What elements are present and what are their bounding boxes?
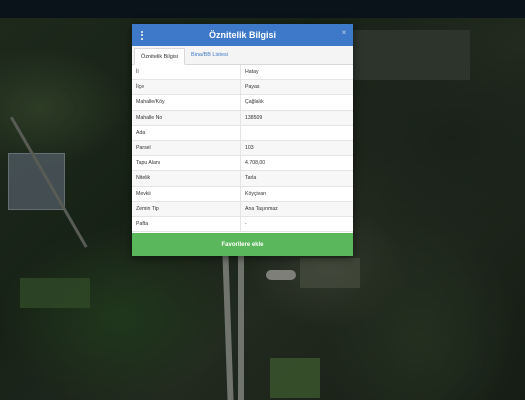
attribute-value: 138509 bbox=[240, 110, 353, 126]
attribute-key: Mevkii bbox=[132, 186, 241, 202]
kebab-menu-icon[interactable] bbox=[138, 28, 146, 42]
add-to-favorites-button[interactable]: Favorilere ekle bbox=[132, 233, 353, 256]
panel-title: Öznitelik Bilgisi bbox=[208, 30, 276, 40]
attribute-key: Nitelik bbox=[132, 170, 241, 187]
attribute-value: 4.708,00 bbox=[240, 155, 353, 172]
table-row: Mevkii Köyçivarı bbox=[132, 186, 353, 202]
close-icon[interactable]: × bbox=[340, 29, 348, 37]
attribute-key: Tapu Alanı bbox=[132, 155, 241, 172]
tab-building-list[interactable]: Bina/BB Listesi bbox=[185, 46, 234, 64]
attribute-key: İlçe bbox=[132, 79, 241, 96]
attribute-key: Zemin Tip bbox=[132, 201, 241, 217]
table-row: Tapu Alanı 4.708,00 bbox=[132, 155, 353, 172]
table-row: Ada bbox=[132, 125, 353, 141]
attribute-key: Pafta bbox=[132, 216, 241, 233]
table-row: Pafta - bbox=[132, 216, 353, 233]
attribute-key: İl bbox=[132, 65, 241, 81]
attribute-value bbox=[240, 125, 353, 141]
attribute-value: - bbox=[240, 216, 353, 233]
attribute-value: Payas bbox=[240, 79, 353, 96]
attribute-value: Tarla bbox=[240, 170, 353, 187]
attribute-key: Parsel bbox=[132, 140, 241, 157]
table-row: İl Hatay bbox=[132, 65, 353, 81]
attribute-info-panel: Öznitelik Bilgisi × Öznitelik Bilgisi Bi… bbox=[132, 24, 353, 256]
panel-header: Öznitelik Bilgisi × bbox=[132, 24, 353, 46]
table-row: Nitelik Tarla bbox=[132, 170, 353, 187]
panel-tabs: Öznitelik Bilgisi Bina/BB Listesi bbox=[132, 46, 353, 65]
attribute-value: 103 bbox=[240, 140, 353, 157]
table-row: Zemin Tip Ana Taşınmaz bbox=[132, 201, 353, 217]
attribute-value: Çağlalık bbox=[240, 94, 353, 111]
attribute-value: Hatay bbox=[240, 65, 353, 81]
attribute-value: Köyçivarı bbox=[240, 186, 353, 202]
attribute-key: Mahalle No bbox=[132, 110, 241, 126]
table-row: Mahalle No 138509 bbox=[132, 110, 353, 126]
attribute-key: Mahalle/Köy bbox=[132, 94, 241, 111]
attribute-key: Ada bbox=[132, 125, 241, 141]
table-row: Parsel 103 bbox=[132, 140, 353, 157]
attribute-table: İl Hatay İlçe Payas Mahalle/Köy Çağlalık… bbox=[132, 65, 353, 233]
tab-attribute-info[interactable]: Öznitelik Bilgisi bbox=[134, 48, 185, 65]
attribute-value: Ana Taşınmaz bbox=[240, 201, 353, 217]
table-row: İlçe Payas bbox=[132, 79, 353, 96]
table-row: Mahalle/Köy Çağlalık bbox=[132, 94, 353, 111]
